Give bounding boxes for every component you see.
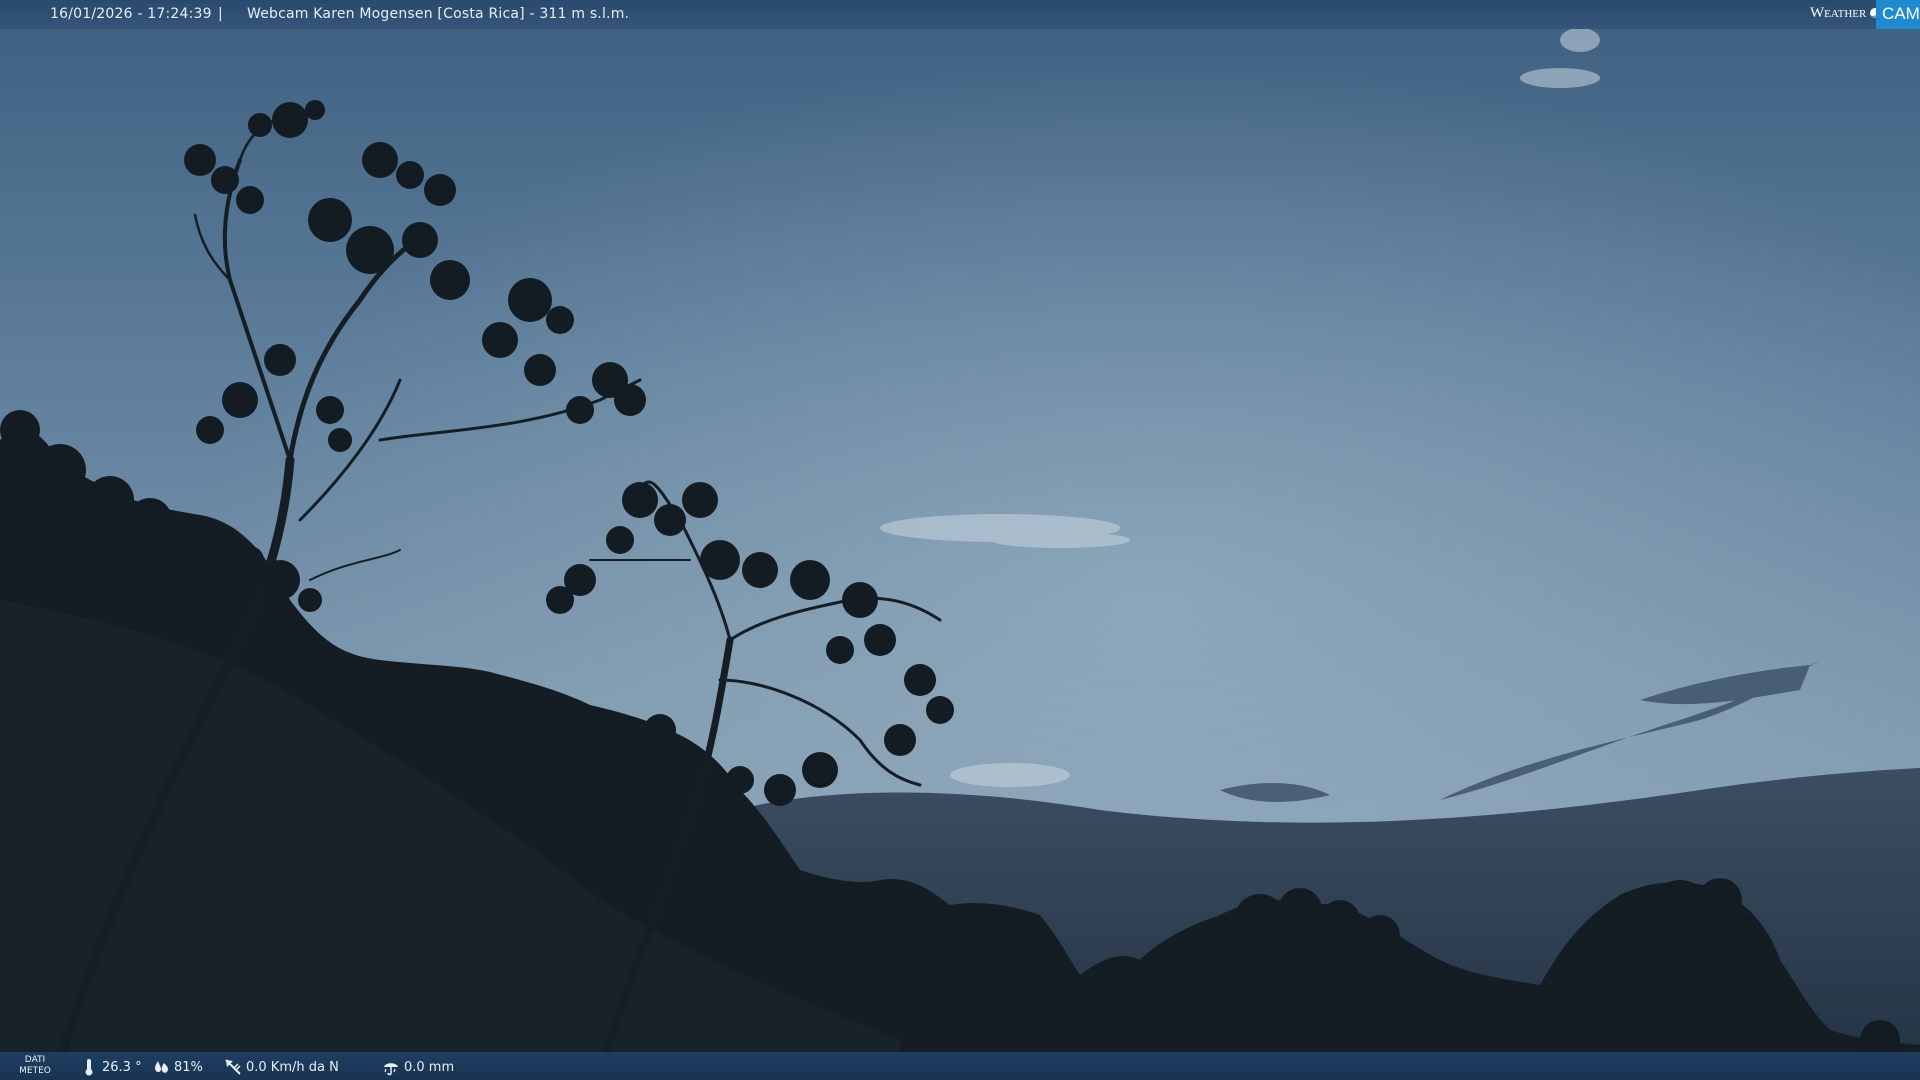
temperature-value: 26.3 ° xyxy=(102,1059,142,1075)
weather-label-line2: METEO xyxy=(19,1066,51,1076)
humidity-drops-icon xyxy=(154,1061,168,1073)
webcam-photo xyxy=(0,0,1920,1080)
wind-direction-icon xyxy=(225,1059,241,1075)
top-info-bar: 16/01/2026 - 17:24:39 | Webcam Karen Mog… xyxy=(0,0,1920,29)
rain-gauge-icon xyxy=(384,1063,398,1076)
wind-value: 0.0 Km/h da N xyxy=(246,1059,339,1075)
weather-data-label: DATI METEO xyxy=(18,1055,52,1077)
header-separator: | xyxy=(218,6,223,22)
timestamp: 16/01/2026 - 17:24:39 xyxy=(50,6,212,22)
rain-item: 0.0 mm xyxy=(382,1058,454,1076)
weather-data-bar: DATI METEO 26.3 ° 81% 0.0 Km/h da N 0.0 … xyxy=(0,1052,1920,1080)
thermometer-icon xyxy=(85,1059,93,1076)
camera-title: Webcam Karen Mogensen [Costa Rica] - 311… xyxy=(247,6,630,22)
humidity-item: 81% xyxy=(152,1058,203,1076)
humidity-value: 81% xyxy=(174,1059,203,1075)
logo-suffix: CAM xyxy=(1882,4,1920,23)
temperature-item: 26.3 ° xyxy=(80,1058,142,1076)
logo-word: Weather xyxy=(1810,5,1867,21)
rain-value: 0.0 mm xyxy=(404,1059,455,1075)
wind-item: 0.0 Km/h da N xyxy=(224,1058,339,1076)
weathercam-logo[interactable]: Weather CAM xyxy=(1810,0,1920,29)
weather-label-line1: DATI xyxy=(24,1055,46,1065)
logo-cam-box: CAM xyxy=(1876,0,1920,29)
